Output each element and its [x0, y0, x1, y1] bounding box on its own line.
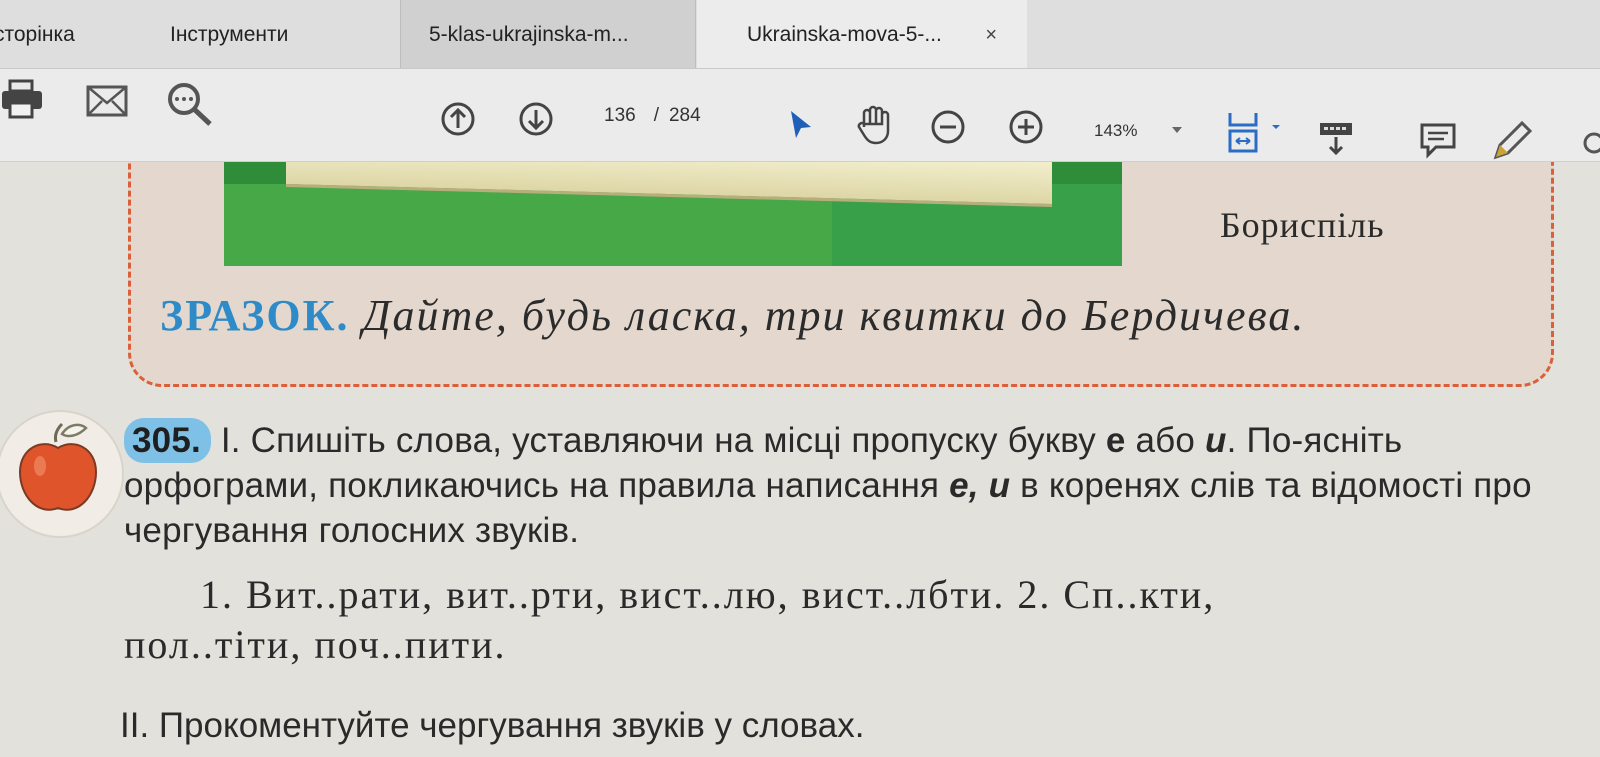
zoom-out-icon[interactable]	[930, 109, 966, 145]
page-separator: /	[653, 105, 659, 126]
sample-line: ЗРАЗОК. Дайте, будь ласка, три квитки до…	[160, 290, 1305, 341]
pen-icon[interactable]	[1490, 119, 1534, 163]
total-pages: 284	[668, 105, 701, 126]
page-up-icon[interactable]	[440, 101, 476, 137]
tab-document-1-label: 5-klas-ukrajinska-m...	[429, 23, 629, 46]
tab-document-2-label: Ukrainska-mova-5-...	[747, 23, 942, 46]
select-cursor-icon[interactable]	[788, 109, 814, 141]
tab-tools[interactable]: Інструменти	[170, 0, 288, 68]
letters-e-y: е, и	[949, 466, 1011, 505]
search-icon[interactable]	[164, 81, 214, 127]
apple-icon	[0, 410, 124, 538]
letter-y: и	[1205, 421, 1227, 460]
exercise-text: 305. І. Спишіть слова, уставляючи на міс…	[124, 418, 1574, 553]
exercise-part-1: І. Спишіть слова, уставляючи на місці пр…	[210, 421, 1106, 460]
comment-icon[interactable]	[1418, 121, 1458, 161]
word-or: або	[1125, 421, 1206, 460]
examples-line-2: пол..тіти, поч..пити.	[124, 622, 507, 667]
current-page-field[interactable]: 136	[604, 105, 636, 126]
examples-block: 1. Вит..рати, вит..рти, вист..лю, вист..…	[124, 570, 1584, 670]
fit-page-icon[interactable]	[1226, 111, 1286, 155]
zoom-dropdown-icon[interactable]	[1172, 127, 1182, 133]
page-down-icon[interactable]	[518, 101, 554, 137]
exercise-number: 305.	[124, 418, 211, 463]
city-label: Бориспіль	[1220, 205, 1385, 245]
task-2-text: ІІ. Прокоментуйте чергування звуків у сл…	[120, 706, 865, 745]
tab-bar: сторінка Інструменти 5-klas-ukrajinska-m…	[0, 0, 1600, 69]
scroll-mode-icon[interactable]	[1316, 119, 1356, 159]
document-page: Бориспіль ЗРАЗОК. Дайте, будь ласка, три…	[0, 162, 1600, 757]
tab-document-2[interactable]: Ukrainska-mova-5-... ×	[697, 0, 1027, 68]
more-tools-icon[interactable]	[1580, 131, 1600, 155]
email-icon[interactable]	[86, 85, 128, 117]
sample-text: Дайте, будь ласка, три квитки до Бердиче…	[362, 291, 1306, 340]
zoom-in-icon[interactable]	[1008, 109, 1044, 145]
letter-e: е	[1105, 421, 1126, 460]
examples-line-1: 1. Вит..рати, вит..рти, вист..лю, вист..…	[200, 572, 1216, 617]
close-tab-icon[interactable]: ×	[985, 0, 997, 70]
zoom-level[interactable]: 143%	[1094, 121, 1137, 141]
page-indicator[interactable]: 136 / 284	[604, 105, 701, 127]
toolbar: 136 / 284 143%	[0, 69, 1600, 162]
tab-document-1[interactable]: 5-klas-ukrajinska-m...	[400, 0, 696, 68]
tab-home[interactable]: сторінка	[0, 0, 75, 68]
print-icon[interactable]	[0, 79, 46, 119]
sample-label: ЗРАЗОК.	[160, 291, 350, 340]
hand-tool-icon[interactable]	[856, 105, 894, 145]
illustration-bus-ticket	[224, 162, 1122, 266]
